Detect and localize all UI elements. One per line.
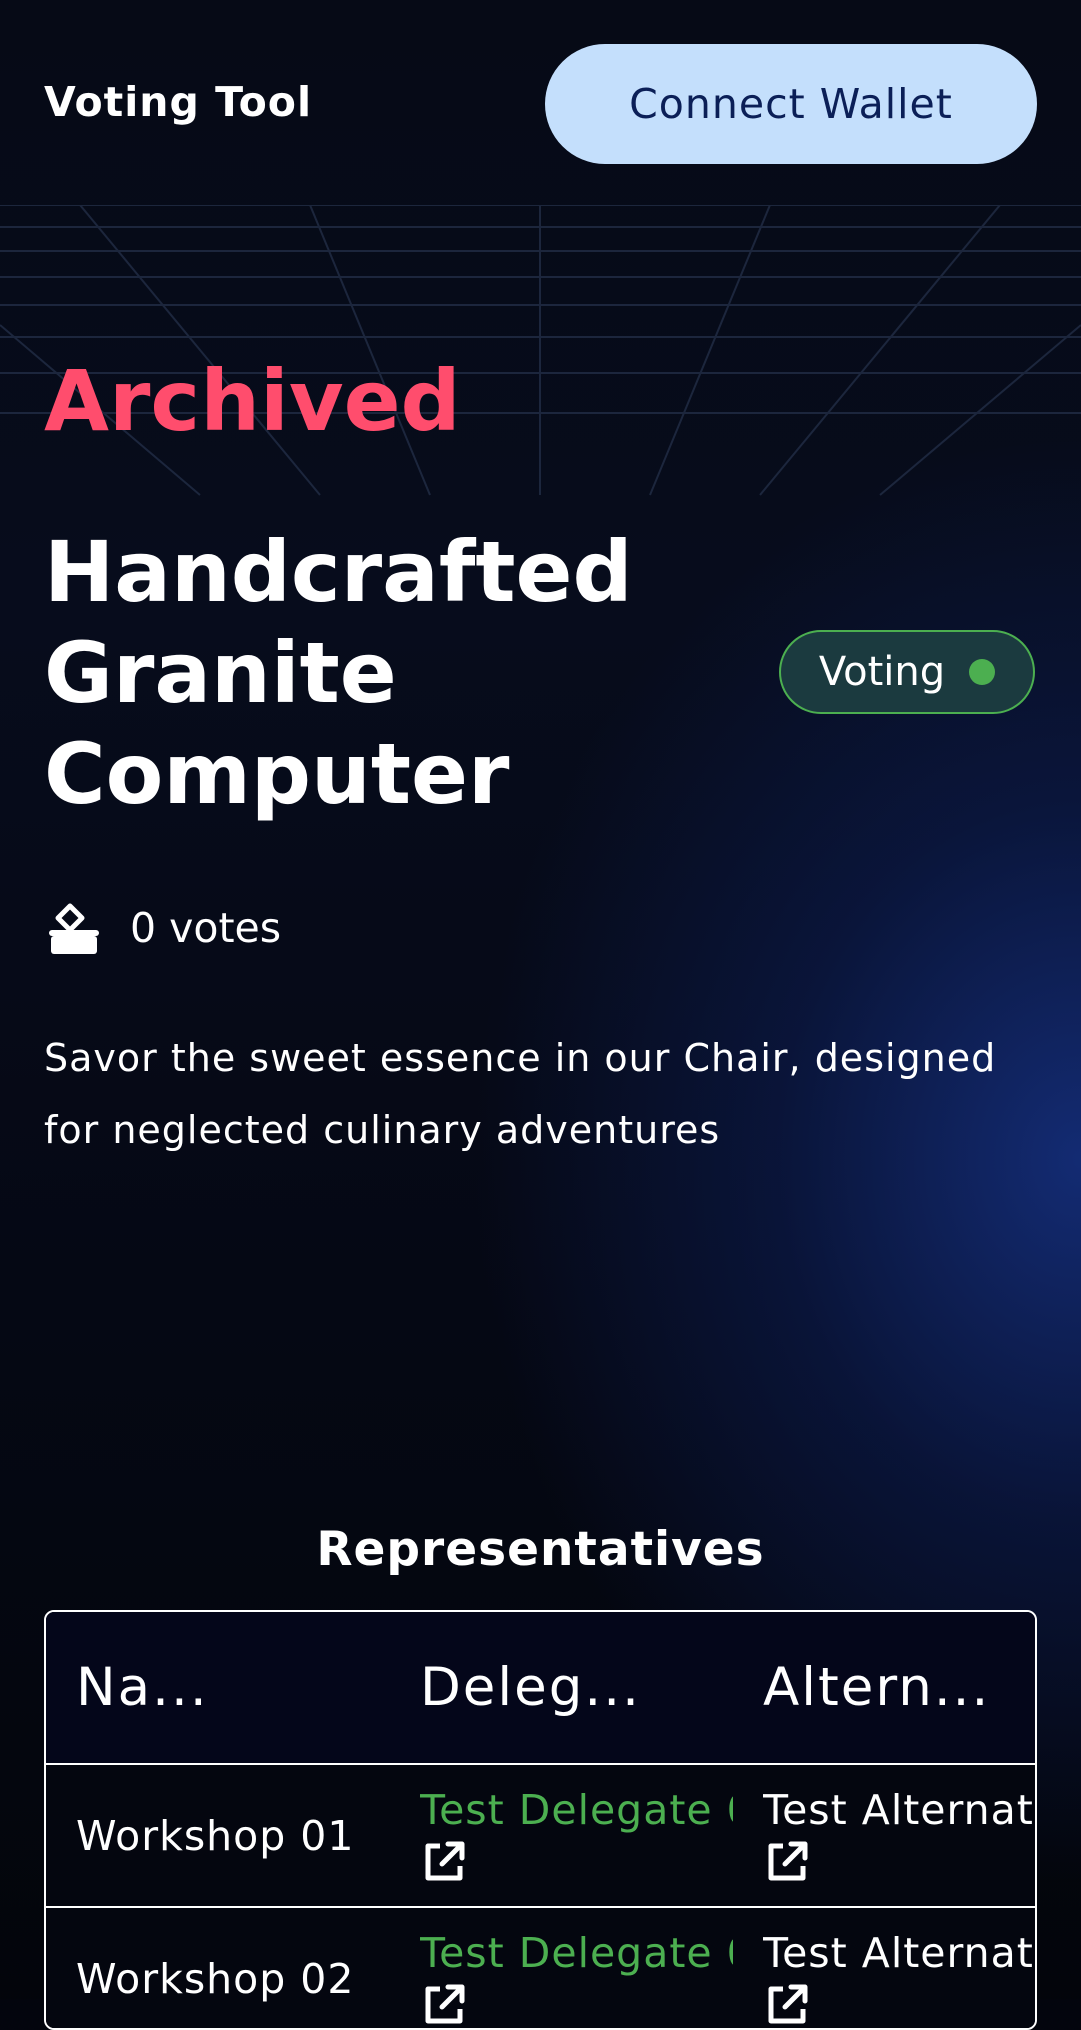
alternate-link[interactable]: Test Alternate 01: [763, 1786, 1035, 1834]
vote-count-text: 0 votes: [130, 904, 282, 952]
workshop-name: Workshop 01: [76, 1811, 355, 1860]
representatives-table: Na... Deleg... Altern... Workshop 01 Tes…: [44, 1610, 1037, 2030]
table-row: Workshop 02 Test Delegate 02 Test Altern…: [46, 1907, 1035, 2029]
delegate-cell: Test Delegate 02: [390, 1907, 733, 2029]
workshop-name-cell: Workshop 02: [46, 1907, 390, 2028]
delegate-link[interactable]: Test Delegate 02: [420, 1929, 733, 1977]
column-header-name[interactable]: Na...: [46, 1612, 390, 1765]
external-link-icon[interactable]: [420, 1981, 468, 2029]
proposal-title-line: Computer: [44, 725, 510, 823]
representatives-heading: Representatives: [316, 1522, 765, 1577]
proposal-status: Archived: [44, 352, 461, 450]
alternate-link[interactable]: Test Alternate 02: [763, 1929, 1035, 1977]
proposal-title-line: Handcrafted: [44, 523, 633, 621]
external-link-icon[interactable]: [763, 1981, 811, 2029]
delegate-cell: Test Delegate 01: [390, 1764, 733, 1907]
alternate-cell: Test Alternate 01: [733, 1764, 1035, 1907]
external-link-icon[interactable]: [763, 1838, 811, 1886]
external-link-icon[interactable]: [420, 1838, 468, 1886]
workshop-name-cell: Workshop 01: [46, 1764, 390, 1907]
column-header-delegate[interactable]: Deleg...: [390, 1612, 733, 1765]
table-header-row: Na... Deleg... Altern...: [46, 1612, 1035, 1765]
delegate-link[interactable]: Test Delegate 01: [420, 1786, 733, 1834]
proposal-title: Handcrafted Granite Computer: [44, 522, 744, 825]
app-logo[interactable]: Voting Tool: [44, 78, 312, 126]
phase-badge-label: Voting: [818, 649, 946, 695]
status-dot-icon: [969, 659, 996, 685]
connect-wallet-button[interactable]: Connect Wallet: [545, 44, 1037, 164]
ballot-box-icon: [49, 903, 99, 954]
proposal-description: Savor the sweet essence in our Chair, de…: [44, 1036, 997, 1152]
vote-count: 0 votes: [44, 898, 281, 958]
alternate-cell: Test Alternate 02: [733, 1907, 1035, 2029]
phase-badge: Voting: [779, 630, 1035, 714]
table-row: Workshop 01 Test Delegate 01 Test Altern…: [46, 1764, 1035, 1907]
column-header-alternate[interactable]: Altern...: [733, 1612, 1035, 1765]
proposal-title-line: Granite: [44, 624, 397, 722]
workshop-name: Workshop 02: [76, 1954, 355, 2003]
top-bar: Voting Tool Connect Wallet: [0, 0, 1081, 205]
